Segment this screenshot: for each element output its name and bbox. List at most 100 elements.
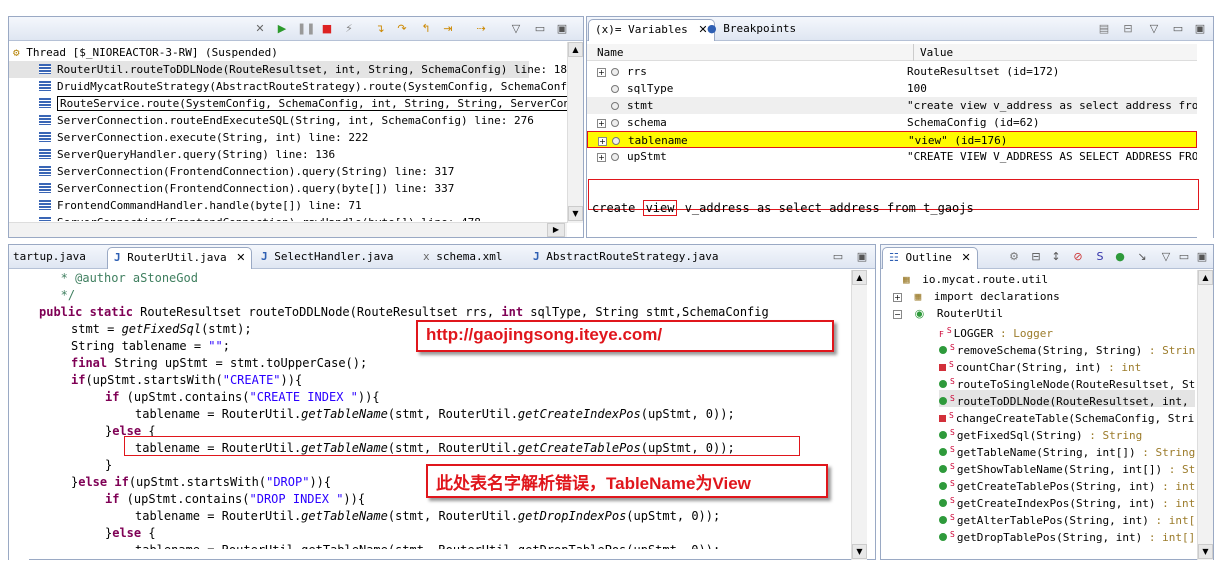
variable-row[interactable]: + rrs RouteResultset (id=172) xyxy=(587,63,1197,80)
outline-member[interactable]: SchangeCreateTable(SchemaConfig, String, xyxy=(939,407,1195,425)
outline-member[interactable]: SgetFixedSql(String) : String xyxy=(939,424,1142,442)
debug-vscroll[interactable]: ▲ ▼ xyxy=(567,42,583,223)
code-line-13: }else if(upStmt.startsWith("DROP")){ xyxy=(71,475,332,489)
outline-member[interactable]: SgetAlterTablePos(String, int) : int[] xyxy=(939,509,1195,527)
static-icon: S xyxy=(950,513,955,522)
disconnect-icon[interactable]: ⚡ xyxy=(342,22,356,36)
drop-to-frame-icon[interactable]: ⇥ xyxy=(441,22,455,36)
outline-vscroll[interactable]: ▲ ▼ xyxy=(1197,270,1213,560)
tab-routerutil[interactable]: J RouterUtil.java ✕ xyxy=(107,247,253,269)
hide-non-public-icon[interactable]: ● xyxy=(1113,250,1127,264)
outline-class[interactable]: − ◉ RouterUtil xyxy=(893,305,1003,322)
suspend-icon[interactable]: ❚❚ xyxy=(297,22,315,36)
collapse-icon[interactable]: − xyxy=(893,310,902,319)
maximize-icon[interactable]: ▣ xyxy=(1195,250,1209,264)
maximize-icon[interactable]: ▣ xyxy=(1193,22,1207,36)
view-menu-icon[interactable]: ▽ xyxy=(509,22,523,36)
outline-member[interactable]: SremoveSchema(String, String) : String xyxy=(939,339,1195,357)
column-name[interactable]: Name xyxy=(597,44,624,61)
stack-frame[interactable]: FrontendCommandHandler.handle(byte[]) li… xyxy=(9,197,362,214)
hide-static-icon[interactable]: S xyxy=(1093,250,1107,264)
minimize-icon[interactable]: ▭ xyxy=(1171,22,1185,36)
column-value[interactable]: Value xyxy=(913,44,953,61)
tab-breakpoints[interactable]: ● Breakpoints xyxy=(701,19,802,41)
sort-icon[interactable]: ↕ xyxy=(1049,250,1063,264)
tab-variables[interactable]: (x)= Variables ✕ xyxy=(588,19,715,41)
close-icon[interactable]: ✕ xyxy=(236,251,245,264)
outline-member[interactable]: SgetCreateTablePos(String, int) : int[] xyxy=(939,475,1195,493)
collapse-all-icon[interactable]: ⊟ xyxy=(1121,22,1135,36)
outline-view: ☷ Outline ✕ ⚙ ⊟ ↕ ⊘ S ● ↘ ▽ ▭ ▣ ▦ io.myc… xyxy=(880,244,1214,560)
minimize-icon[interactable]: ▭ xyxy=(1177,250,1191,264)
stack-frame[interactable]: RouteService.route(SystemConfig, SchemaC… xyxy=(9,95,567,112)
expand-icon[interactable] xyxy=(597,100,606,109)
hide-local-types-icon[interactable]: ↘ xyxy=(1135,250,1149,264)
variable-row[interactable]: + upStmt "CREATE VIEW V_ADDRESS AS SELECT … xyxy=(587,148,1197,165)
code-area[interactable]: * @author aStoneGod */ public static Rou… xyxy=(9,270,851,560)
view-menu-icon[interactable]: ▽ xyxy=(1159,250,1173,264)
stack-frame[interactable]: ServerConnection(FrontendConnection).raw… xyxy=(9,214,481,221)
stack-frame[interactable]: ServerConnection(FrontendConnection).que… xyxy=(9,163,454,180)
editor-view: tartup.java J RouterUtil.java ✕ J Select… xyxy=(8,244,876,560)
expand-icon[interactable]: + xyxy=(597,153,606,162)
variables-vscroll[interactable] xyxy=(1197,42,1213,238)
expand-icon[interactable] xyxy=(597,83,606,92)
editor-vscroll[interactable]: ▲ ▼ xyxy=(851,270,867,560)
maximize-icon[interactable]: ▣ xyxy=(555,22,569,36)
stack-frame[interactable]: ServerConnection(FrontendConnection).que… xyxy=(9,180,454,197)
stack-frame[interactable]: DruidMycatRouteStrategy(AbstractRouteStr… xyxy=(9,78,567,95)
hide-fields-icon[interactable]: ⊘ xyxy=(1071,250,1085,264)
expand-icon[interactable]: + xyxy=(597,68,606,77)
expand-icon[interactable]: + xyxy=(893,293,902,302)
collapse-all-icon[interactable]: ⊟ xyxy=(1029,250,1043,264)
outline-member[interactable]: SgetCreateIndexPos(String, int) : int[] xyxy=(939,492,1195,510)
variable-row[interactable]: sqlType 100 xyxy=(587,80,1197,97)
variable-icon xyxy=(611,68,619,76)
tab-schema-xml[interactable]: x schema.xml xyxy=(417,247,508,269)
variable-row[interactable]: + tablename "view" (id=176) xyxy=(587,131,1197,148)
expand-icon[interactable]: + xyxy=(598,137,607,146)
debug-hscroll[interactable]: ▶ xyxy=(9,222,567,237)
variable-row[interactable]: + schema SchemaConfig (id=62) xyxy=(587,114,1197,131)
step-into-icon[interactable]: ↴ xyxy=(373,22,387,36)
variable-detail-pane[interactable]: create view v_address as select address … xyxy=(592,183,974,216)
step-return-icon[interactable]: ↰ xyxy=(419,22,433,36)
minimize-icon[interactable]: ▭ xyxy=(533,22,547,36)
use-step-filters-icon[interactable]: ⇢ xyxy=(474,22,488,36)
outline-member[interactable]: SgetDropTablePos(String, int) : int[] xyxy=(939,526,1195,543)
close-icon[interactable]: ✕ xyxy=(961,251,970,264)
outline-imports[interactable]: + ▦ import declarations xyxy=(893,288,1060,305)
minimize-icon[interactable]: ▭ xyxy=(831,250,845,264)
tab-selecthandler[interactable]: J SelectHandler.java xyxy=(255,247,399,269)
code-line-3: public static RouteResultset routeToDDLN… xyxy=(39,305,769,319)
show-type-names-icon[interactable]: ▤ xyxy=(1097,22,1111,36)
stack-frame[interactable]: ServerQueryHandler.query(String) line: 1… xyxy=(9,146,335,163)
outline-member[interactable]: ScountChar(String, int) : int xyxy=(939,356,1141,374)
maximize-icon[interactable]: ▣ xyxy=(855,250,869,264)
stack-frame[interactable]: ServerConnection.execute(String, int) li… xyxy=(9,129,368,146)
tab-startup[interactable]: tartup.java xyxy=(7,247,92,269)
terminate-icon[interactable]: ■ xyxy=(320,22,334,36)
remove-terminated-icon[interactable]: ✕ xyxy=(253,22,267,36)
stack-frame[interactable]: ServerConnection.routeEndExecuteSQL(Stri… xyxy=(9,112,534,129)
tab-abstractroutestrategy[interactable]: J AbstractRouteStrategy.java xyxy=(527,247,724,269)
tab-outline[interactable]: ☷ Outline ✕ xyxy=(882,247,978,269)
stack-frame[interactable]: RouterUtil.routeToDDLNode(RouteResultset… xyxy=(9,61,567,78)
thread-row[interactable]: ⚙ Thread [$_NIOREACTOR-3-RW] (Suspended) xyxy=(13,44,278,61)
outline-package[interactable]: ▦ io.mycat.route.util xyxy=(903,271,1048,288)
outline-member[interactable]: SrouteToDDLNode(RouteResultset, int, Str… xyxy=(939,390,1195,408)
imports-icon: ▦ xyxy=(914,290,922,303)
view-menu-icon[interactable]: ▽ xyxy=(1147,22,1161,36)
expand-icon[interactable]: + xyxy=(597,119,606,128)
outline-member[interactable]: SgetTableName(String, int[]) : String xyxy=(939,441,1195,459)
hierarchy-icon[interactable]: ⚙ xyxy=(1007,250,1021,264)
step-over-icon[interactable]: ↷ xyxy=(395,22,409,36)
stack-frame-icon xyxy=(39,149,51,159)
outline-member[interactable]: F S LOGGER : Logger xyxy=(939,322,1053,340)
variable-row[interactable]: stmt "create view v_address as select add… xyxy=(587,97,1197,114)
variable-icon xyxy=(611,102,619,110)
outline-member[interactable]: SgetShowTableName(String, int[]) : Strin… xyxy=(939,458,1195,476)
outline-member[interactable]: SrouteToSingleNode(RouteResultset, Strin… xyxy=(939,373,1195,391)
resume-icon[interactable]: ▶ xyxy=(275,22,289,36)
public-method-icon xyxy=(939,533,947,541)
